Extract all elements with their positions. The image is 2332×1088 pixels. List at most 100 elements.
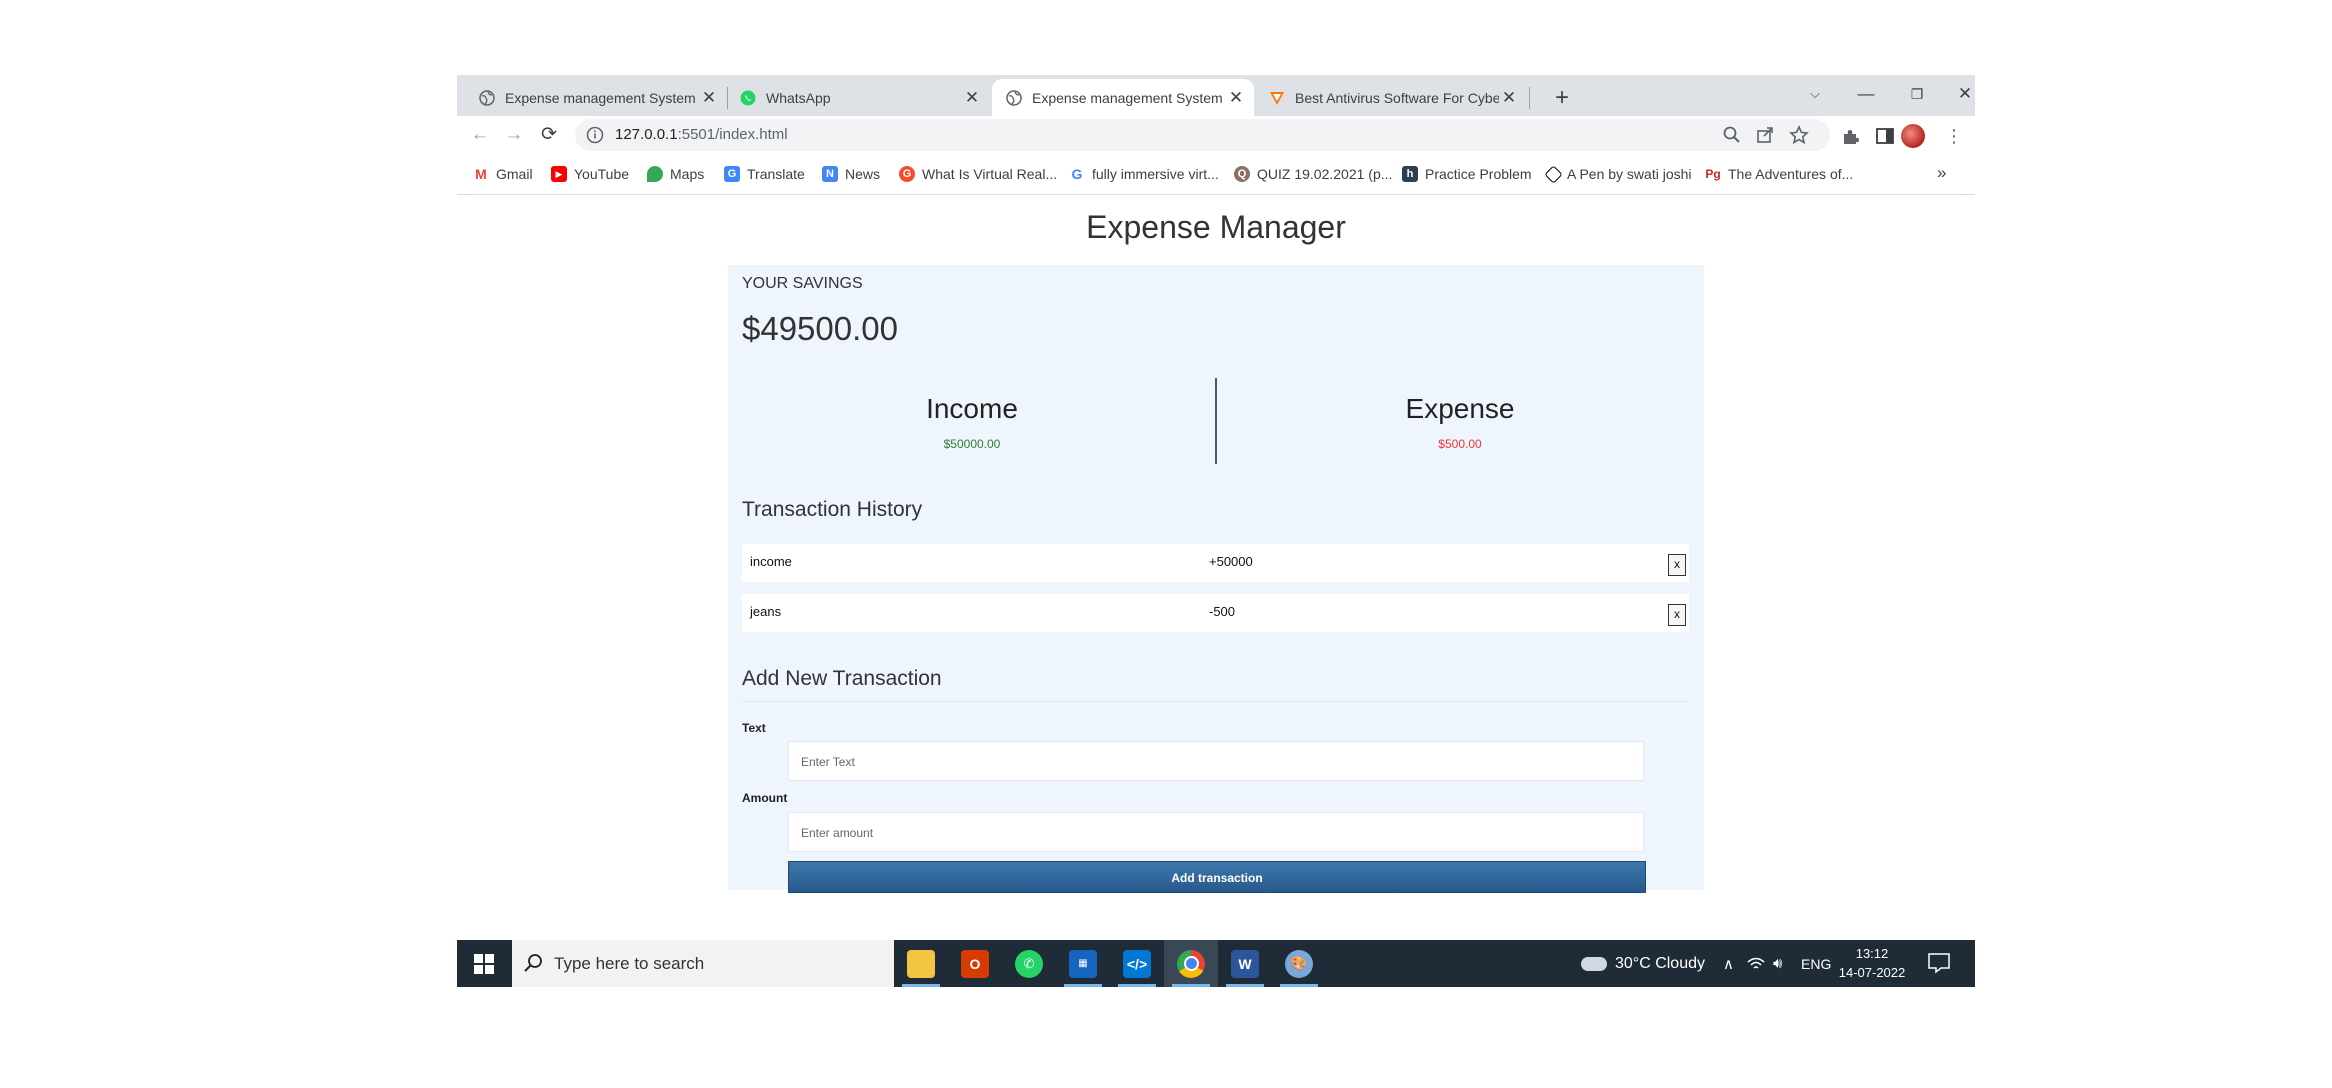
close-icon[interactable]: ✕ xyxy=(962,88,982,108)
tab-strip: Expense management System ✕ WhatsApp ✕ E… xyxy=(457,75,1975,116)
url-path: :5501/index.html xyxy=(677,126,788,143)
text-input[interactable]: Enter Text xyxy=(788,741,1644,781)
gmail-icon: M xyxy=(473,166,489,182)
income-value: $50000.00 xyxy=(943,437,1001,451)
savings-label: YOUR SAVINGS xyxy=(742,275,863,292)
file-explorer-icon[interactable] xyxy=(894,940,948,987)
more-menu-icon[interactable]: ⋮ xyxy=(1945,124,1963,148)
transaction-text: income xyxy=(750,554,792,569)
bookmark-translate[interactable]: G Translate xyxy=(724,164,805,184)
hackerearth-icon: h xyxy=(1402,166,1418,182)
whatsapp-icon[interactable]: ✆ xyxy=(1002,940,1056,987)
bookmark-label: Gmail xyxy=(496,166,533,182)
network-icon[interactable] xyxy=(1747,940,1765,987)
forward-arrow-icon[interactable]: → xyxy=(499,120,529,150)
word-icon[interactable]: W xyxy=(1218,940,1272,987)
profile-avatar[interactable] xyxy=(1901,124,1925,148)
text-field-label: Text xyxy=(742,721,766,735)
globe-icon xyxy=(1006,89,1022,106)
language-indicator[interactable]: ENG xyxy=(1801,940,1831,987)
chrome-icon[interactable] xyxy=(1164,940,1218,987)
expense-card: YOUR SAVINGS $49500.00 Income $50000.00 … xyxy=(728,265,1704,893)
tab-expense-active[interactable]: Expense management System ✕ xyxy=(992,79,1254,116)
back-arrow-icon[interactable]: ← xyxy=(465,120,495,150)
tab-title: Expense management System xyxy=(1032,89,1223,106)
clock-time: 13:12 xyxy=(1855,946,1889,961)
delete-transaction-button[interactable]: x xyxy=(1668,554,1686,576)
tab-whatsapp[interactable]: WhatsApp ✕ xyxy=(728,79,990,116)
tab-title: Best Antivirus Software For Cybe xyxy=(1295,89,1499,106)
bookmark-label: A Pen by swati joshi xyxy=(1567,166,1692,182)
expense-summary: Expense $500.00 xyxy=(1216,380,1704,465)
bookmark-label: fully immersive virt... xyxy=(1092,166,1219,182)
taskbar-search-box[interactable]: Type here to search xyxy=(512,940,894,987)
tab-antivirus[interactable]: Best Antivirus Software For Cybe ✕ xyxy=(1257,79,1527,116)
tab-title: WhatsApp xyxy=(766,89,831,106)
paint-icon[interactable]: 🎨 xyxy=(1272,940,1326,987)
restore-button[interactable]: ❐ xyxy=(1897,79,1937,109)
bookmark-gmail[interactable]: M Gmail xyxy=(473,164,533,184)
page-title: Expense Manager xyxy=(1086,209,1346,245)
site-info-icon[interactable] xyxy=(586,126,604,144)
windows-start-icon[interactable] xyxy=(473,953,495,975)
bookmark-label: News xyxy=(845,166,881,182)
add-transaction-title: Add New Transaction xyxy=(742,667,942,690)
volume-icon[interactable]: 🔊︎ xyxy=(1773,940,1782,987)
desktop-screen: Expense management System ✕ WhatsApp ✕ E… xyxy=(457,75,1975,987)
vscode-icon[interactable]: </> xyxy=(1110,940,1164,987)
bookmark-practice[interactable]: h Practice Problem xyxy=(1402,164,1532,184)
notification-icon[interactable] xyxy=(1927,952,1951,974)
clock-date: 14-07-2022 xyxy=(1838,965,1906,980)
office-icon[interactable]: O xyxy=(948,940,1002,987)
bookmarks-overflow-icon[interactable]: » xyxy=(1937,163,1946,183)
zoom-icon[interactable] xyxy=(1722,125,1742,145)
close-icon[interactable]: ✕ xyxy=(1499,88,1519,108)
extensions-puzzle-icon[interactable] xyxy=(1841,126,1861,146)
whatsapp-icon xyxy=(740,90,756,106)
tab-expense-1[interactable]: Expense management System ✕ xyxy=(457,79,727,116)
book-icon: Pg xyxy=(1705,166,1721,182)
income-label: Income xyxy=(926,393,1018,424)
address-bar[interactable]: 127.0.0.1:5501/index.html xyxy=(575,119,1830,151)
tab-separator xyxy=(1529,87,1530,109)
close-icon[interactable]: ✕ xyxy=(1226,88,1246,108)
side-panel-icon[interactable] xyxy=(1875,126,1895,146)
bookmark-adventures[interactable]: Pg The Adventures of... xyxy=(1705,164,1853,184)
bookmark-immersive[interactable]: G fully immersive virt... xyxy=(1069,164,1219,184)
bookmark-label: Practice Problem xyxy=(1425,166,1532,182)
new-tab-button[interactable]: + xyxy=(1547,83,1577,113)
search-icon xyxy=(522,952,544,974)
show-hidden-icons-chevron-icon[interactable]: ∧ xyxy=(1723,940,1734,987)
bookmark-label: Maps xyxy=(670,166,705,182)
weather-text: 30°C Cloudy xyxy=(1615,954,1705,972)
tab-search-chevron-icon[interactable]: ⌵ xyxy=(1795,79,1835,109)
g2-icon: G xyxy=(899,166,915,182)
bookmark-label: Translate xyxy=(747,166,805,182)
window-close-button[interactable]: ✕ xyxy=(1945,79,1985,109)
amount-input[interactable]: Enter amount xyxy=(788,812,1644,852)
bookmark-maps[interactable]: Maps xyxy=(647,164,704,184)
cloud-icon xyxy=(1581,956,1607,971)
calendar-app-icon[interactable]: ▦ xyxy=(1056,940,1110,987)
bookmark-news[interactable]: N News xyxy=(822,164,880,184)
history-title: Transaction History xyxy=(742,498,923,521)
bookmark-codepen[interactable]: A Pen by swati joshi xyxy=(1544,164,1692,184)
bookmark-youtube[interactable]: ▶ YouTube xyxy=(551,164,629,184)
taskbar-clock[interactable]: 13:12 14-07-2022 xyxy=(1835,944,1909,982)
weather-widget[interactable]: 30°C Cloudy xyxy=(1581,940,1705,987)
income-summary: Income $50000.00 xyxy=(728,380,1216,465)
share-icon[interactable] xyxy=(1755,125,1775,145)
minimize-button[interactable]: — xyxy=(1846,79,1886,109)
bookmark-virtual-reality[interactable]: G What Is Virtual Real... xyxy=(899,164,1057,184)
transaction-amount: -500 xyxy=(1209,604,1236,619)
reload-icon[interactable]: ⟳ xyxy=(534,120,564,150)
youtube-icon: ▶ xyxy=(551,166,567,182)
delete-transaction-button[interactable]: x xyxy=(1668,604,1686,626)
bookmark-quiz[interactable]: Q QUIZ 19.02.2021 (p... xyxy=(1234,164,1392,184)
bookmark-star-icon[interactable] xyxy=(1789,125,1809,145)
url-host: 127.0.0.1 xyxy=(615,126,678,143)
close-icon[interactable]: ✕ xyxy=(699,88,719,108)
add-transaction-button[interactable]: Add transaction xyxy=(788,861,1646,893)
url-text[interactable]: 127.0.0.1:5501/index.html xyxy=(615,126,788,143)
tab-title: Expense management System xyxy=(505,89,696,106)
